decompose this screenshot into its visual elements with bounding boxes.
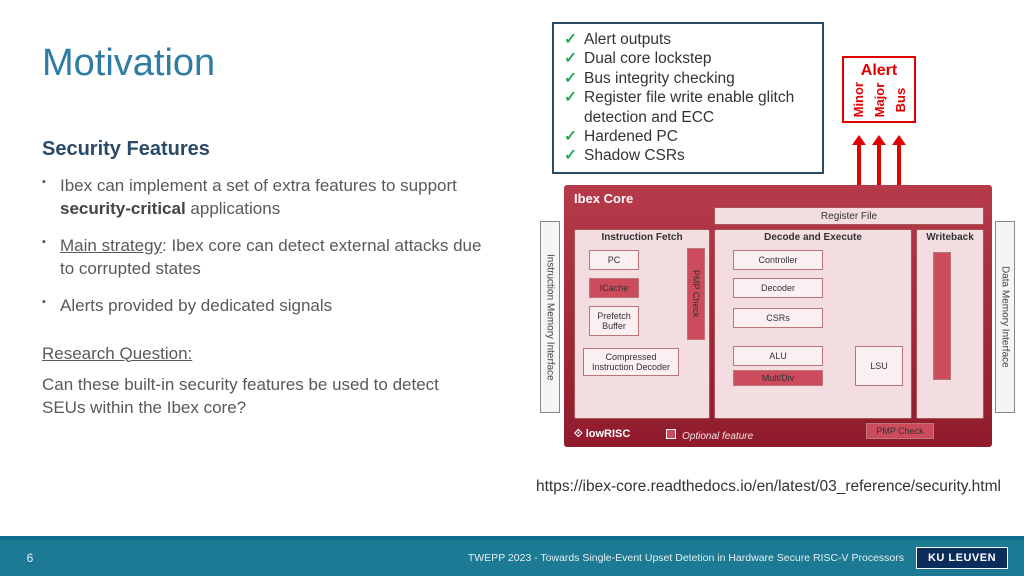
multdiv-block: Mult/Div — [733, 370, 823, 386]
bullet-1-post: applications — [186, 199, 281, 218]
alert-bus: Bus — [893, 82, 908, 117]
arrow-up-icon — [852, 135, 866, 185]
check-item: Alert outputs — [562, 30, 812, 49]
ku-leuven-logo: KU LEUVEN — [916, 547, 1008, 569]
legend-swatch — [666, 429, 676, 439]
legend-text: Optional feature — [682, 431, 753, 442]
page-title: Motivation — [42, 42, 215, 85]
icache-block: ICache — [589, 278, 639, 298]
checks-list: Alert outputs Dual core lockstep Bus int… — [562, 30, 812, 166]
research-question-heading: Research Question: — [42, 344, 482, 364]
pmp-check-block: PMP Check — [687, 248, 705, 340]
decode-execute-stage: Decode and Execute Controller Decoder CS… — [714, 229, 912, 419]
register-file: Register File — [714, 207, 984, 225]
core-title: Ibex Core — [574, 191, 986, 206]
ibex-core-diagram: Instruction Memory Interface Data Memory… — [540, 185, 1015, 447]
controller-block: Controller — [733, 250, 823, 270]
alert-minor: Minor — [851, 82, 866, 117]
bullet-1: Ibex can implement a set of extra featur… — [42, 175, 482, 221]
arrow-up-icon — [872, 135, 886, 185]
bullet-2-uline: Main strategy — [60, 236, 162, 255]
bullet-2: Main strategy: Ibex core can detect exte… — [42, 235, 482, 281]
imi-label: Instruction Memory Interface — [545, 254, 556, 381]
bullet-1-bold: security-critical — [60, 199, 186, 218]
left-column: Security Features Ibex can implement a s… — [42, 138, 482, 420]
lowrisc-logo: ⟐ lowRISC — [574, 428, 630, 441]
csrs-block: CSRs — [733, 308, 823, 328]
alert-signals: Minor Major Bus — [844, 82, 914, 117]
security-features-heading: Security Features — [42, 138, 482, 161]
security-checks-box: Alert outputs Dual core lockstep Bus int… — [552, 22, 824, 174]
reference-url: https://ibex-core.readthedocs.io/en/late… — [536, 478, 1001, 496]
decexe-label: Decode and Execute — [715, 232, 911, 243]
pc-block: PC — [589, 250, 639, 270]
decoder-block: Decoder — [733, 278, 823, 298]
alert-major: Major — [872, 82, 887, 117]
check-item: Hardened PC — [562, 127, 812, 146]
bullet-1-pre: Ibex can implement a set of extra featur… — [60, 176, 457, 195]
alert-box: Alert Minor Major Bus — [842, 56, 916, 123]
check-item: Register file write enable glitch detect… — [562, 88, 812, 127]
check-item: Shadow CSRs — [562, 146, 812, 165]
slide: Motivation Security Features Ibex can im… — [0, 0, 1024, 576]
alu-block: ALU — [733, 346, 823, 366]
page-number: 6 — [0, 551, 60, 565]
wback-label: Writeback — [917, 232, 983, 243]
bullet-list: Ibex can implement a set of extra featur… — [42, 175, 482, 318]
cid-block: Compressed Instruction Decoder — [583, 348, 679, 376]
footer: 6 TWEPP 2023 - Towards Single-Event Upse… — [0, 536, 1024, 576]
lsu-block: LSU — [855, 346, 903, 386]
footer-body: 6 TWEPP 2023 - Towards Single-Event Upse… — [0, 540, 1024, 576]
instruction-fetch-stage: Instruction Fetch PC ICache Prefetch Buf… — [574, 229, 710, 419]
check-item: Bus integrity checking — [562, 69, 812, 88]
writeback-opt-block — [933, 252, 951, 380]
writeback-stage: Writeback — [916, 229, 984, 419]
core-block: Ibex Core Register File Instruction Fetc… — [564, 185, 992, 447]
arrow-up-icon — [892, 135, 906, 185]
prefetch-block: Prefetch Buffer — [589, 306, 639, 336]
bullet-3-text: Alerts provided by dedicated signals — [60, 296, 332, 315]
research-question-body: Can these built-in security features be … — [42, 374, 482, 420]
data-memory-interface: Data Memory Interface — [995, 221, 1015, 413]
conference-text: TWEPP 2023 - Towards Single-Event Upset … — [60, 552, 916, 565]
pmp-check-block-2: PMP Check — [866, 423, 934, 439]
bullet-3: Alerts provided by dedicated signals — [42, 295, 482, 318]
check-item: Dual core lockstep — [562, 49, 812, 68]
alert-title: Alert — [844, 58, 914, 82]
ifetch-label: Instruction Fetch — [575, 232, 709, 243]
alert-arrows — [850, 135, 908, 187]
dmi-label: Data Memory Interface — [1000, 266, 1011, 368]
instruction-memory-interface: Instruction Memory Interface — [540, 221, 560, 413]
